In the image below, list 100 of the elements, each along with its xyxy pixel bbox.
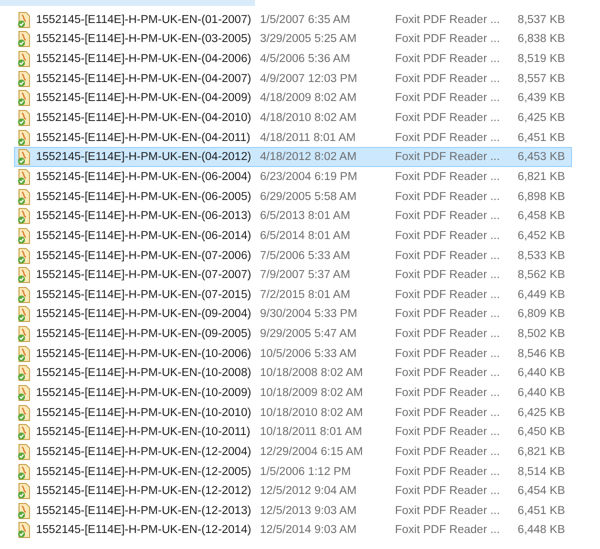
file-row[interactable]: 1552145-[E114E]-H-PM-UK-EN-(12-2014) 12/5/2014 9:03 AM Foxit PDF Reader ... 6,448 KB: [14, 520, 572, 540]
pdf-file-icon: [17, 483, 31, 500]
pdf-file-icon: [17, 12, 31, 28]
file-type: Foxit PDF Reader ...: [395, 151, 501, 164]
file-row[interactable]: 1552145-[E114E]-H-PM-UK-EN-(04-2010) 4/18/2010 8:02 AM Foxit PDF Reader ... 6,425 KB: [14, 108, 572, 128]
file-size: 6,809 KB: [516, 308, 565, 320]
file-row[interactable]: 1552145-[E114E]-H-PM-UK-EN-(06-2014) 6/5/2014 8:01 AM Foxit PDF Reader ... 6,452 KB: [14, 226, 572, 246]
file-row[interactable]: 1552145-[E114E]-H-PM-UK-EN-(09-2004) 9/30/2004 5:33 PM Foxit PDF Reader ... 6,809 KB: [14, 304, 572, 324]
pdf-file-icon: [17, 248, 31, 264]
file-type: Foxit PDF Reader ...: [395, 406, 501, 419]
file-name: 1552145-[E114E]-H-PM-UK-EN-(07-2006): [36, 250, 252, 262]
file-name: 1552145-[E114E]-H-PM-UK-EN-(10-2008): [36, 367, 252, 380]
file-size: 8,557 KB: [516, 72, 565, 85]
file-name: 1552145-[E114E]-H-PM-UK-EN-(12-2004): [36, 446, 252, 458]
file-type: Foxit PDF Reader ...: [395, 367, 501, 380]
date-modified: 9/29/2005 5:47 AM: [260, 328, 358, 340]
pdf-file-icon: [17, 110, 31, 126]
file-type: Foxit PDF Reader ...: [395, 524, 501, 536]
date-modified: 12/5/2013 9:03 AM: [260, 504, 358, 517]
date-modified: 3/29/2005 5:25 AM: [260, 33, 358, 46]
file-row[interactable]: 1552145-[E114E]-H-PM-UK-EN-(10-2008) 10/18/2008 8:02 AM Foxit PDF Reader ... 6,440 KB: [14, 364, 572, 384]
file-type: Foxit PDF Reader ...: [395, 504, 501, 517]
file-size: 6,838 KB: [516, 33, 565, 46]
file-name: 1552145-[E114E]-H-PM-UK-EN-(04-2007): [36, 72, 252, 85]
pdf-file-icon: [17, 444, 31, 460]
file-type: Foxit PDF Reader ...: [395, 485, 501, 498]
file-size: 6,439 KB: [516, 92, 565, 104]
file-size: 6,440 KB: [516, 367, 565, 380]
file-name: 1552145-[E114E]-H-PM-UK-EN-(03-2005): [36, 33, 252, 46]
date-modified: 10/18/2011 8:01 AM: [260, 426, 364, 438]
file-row[interactable]: 1552145-[E114E]-H-PM-UK-EN-(04-2007) 4/9/2007 12:03 PM Foxit PDF Reader ... 8,557 KB: [14, 68, 572, 89]
date-modified: 10/18/2008 8:02 AM: [260, 367, 364, 380]
file-type: Foxit PDF Reader ...: [395, 92, 501, 104]
file-name: 1552145-[E114E]-H-PM-UK-EN-(12-2013): [36, 504, 252, 517]
date-modified: 7/9/2007 5:37 AM: [260, 269, 352, 282]
file-row[interactable]: 1552145-[E114E]-H-PM-UK-EN-(07-2007) 7/9/2007 5:37 AM Foxit PDF Reader ... 8,562 KB: [14, 265, 572, 285]
file-size: 6,425 KB: [516, 406, 565, 419]
pdf-file-icon: [17, 31, 31, 48]
pdf-file-icon: [17, 464, 31, 480]
file-name: 1552145-[E114E]-H-PM-UK-EN-(09-2005): [36, 328, 252, 340]
date-modified: 12/5/2012 9:04 AM: [260, 485, 358, 498]
file-size: 8,562 KB: [516, 269, 565, 282]
file-type: Foxit PDF Reader ...: [395, 328, 501, 340]
date-modified: 4/18/2010 8:02 AM: [260, 112, 358, 124]
file-row[interactable]: 1552145-[E114E]-H-PM-UK-EN-(06-2004) 6/23/2004 6:19 PM Foxit PDF Reader ... 6,821 KB: [14, 167, 572, 187]
file-row[interactable]: 1552145-[E114E]-H-PM-UK-EN-(10-2011) 10/18/2011 8:01 AM Foxit PDF Reader ... 6,450 KB: [14, 422, 572, 442]
file-size: 8,502 KB: [516, 328, 565, 340]
file-row[interactable]: 1552145-[E114E]-H-PM-UK-EN-(04-2011) 4/18/2011 8:01 AM Foxit PDF Reader ... 6,451 KB: [14, 128, 572, 148]
file-row[interactable]: 1552145-[E114E]-H-PM-UK-EN-(12-2005) 1/5/2006 1:12 PM Foxit PDF Reader ... 8,514 KB: [14, 462, 572, 482]
file-row[interactable]: 1552145-[E114E]-H-PM-UK-EN-(10-2010) 10/18/2010 8:02 AM Foxit PDF Reader ... 6,425 KB: [14, 402, 572, 422]
file-size: 6,425 KB: [516, 112, 565, 124]
file-row[interactable]: 1552145-[E114E]-H-PM-UK-EN-(12-2013) 12/5/2013 9:03 AM Foxit PDF Reader ... 6,451 KB: [14, 501, 572, 521]
date-modified: 10/5/2006 5:33 AM: [260, 348, 358, 360]
file-row[interactable]: 1552145-[E114E]-H-PM-UK-EN-(12-2012) 12/5/2012 9:04 AM Foxit PDF Reader ... 6,454 KB: [14, 481, 572, 502]
file-name: 1552145-[E114E]-H-PM-UK-EN-(06-2013): [36, 210, 252, 222]
pdf-file-icon: [17, 188, 31, 205]
date-modified: 9/30/2004 5:33 PM: [260, 308, 358, 320]
file-size: 6,898 KB: [516, 190, 565, 203]
file-size: 6,458 KB: [516, 210, 565, 222]
file-row[interactable]: 1552145-[E114E]-H-PM-UK-EN-(07-2015) 7/2/2015 8:01 AM Foxit PDF Reader ... 6,449 KB: [14, 284, 572, 305]
file-row[interactable]: 1552145-[E114E]-H-PM-UK-EN-(12-2004) 12/29/2004 6:15 AM Foxit PDF Reader ... 6,821 KB: [14, 442, 572, 462]
file-type: Foxit PDF Reader ...: [395, 348, 501, 360]
file-row[interactable]: 1552145-[E114E]-H-PM-UK-EN-(03-2005) 3/29/2005 5:25 AM Foxit PDF Reader ... 6,838 KB: [14, 30, 572, 50]
pdf-file-icon: [17, 51, 31, 68]
file-type: Foxit PDF Reader ...: [395, 210, 501, 222]
date-modified: 1/5/2007 6:35 AM: [260, 14, 352, 26]
date-modified: 6/23/2004 6:19 PM: [260, 170, 358, 183]
pdf-file-icon: [17, 168, 31, 185]
date-modified: 7/5/2006 5:33 AM: [260, 250, 352, 262]
file-row[interactable]: 1552145-[E114E]-H-PM-UK-EN-(10-2009) 10/18/2009 8:02 AM Foxit PDF Reader ... 6,440 KB: [14, 383, 572, 403]
file-row[interactable]: 1552145-[E114E]-H-PM-UK-EN-(07-2006) 7/5/2006 5:33 AM Foxit PDF Reader ... 8,533 KB: [14, 246, 572, 266]
file-row[interactable]: 1552145-[E114E]-H-PM-UK-EN-(01-2007) 1/5/2007 6:35 AM Foxit PDF Reader ... 8,537 KB: [14, 10, 572, 30]
file-type: Foxit PDF Reader ...: [395, 466, 501, 478]
file-size: 8,546 KB: [516, 348, 565, 360]
file-type: Foxit PDF Reader ...: [395, 308, 501, 320]
file-size: 6,451 KB: [516, 132, 565, 144]
pdf-file-icon: [17, 424, 31, 440]
pdf-file-icon: [17, 149, 31, 166]
pdf-file-icon: [17, 384, 31, 401]
pdf-file-icon: [17, 326, 31, 342]
file-name: 1552145-[E114E]-H-PM-UK-EN-(06-2005): [36, 190, 252, 203]
file-row[interactable]: 1552145-[E114E]-H-PM-UK-EN-(04-2012) 4/18/2012 8:02 AM Foxit PDF Reader ... 6,453 KB: [14, 147, 572, 168]
file-row[interactable]: 1552145-[E114E]-H-PM-UK-EN-(04-2009) 4/18/2009 8:02 AM Foxit PDF Reader ... 6,439 KB: [14, 88, 572, 108]
file-row[interactable]: 1552145-[E114E]-H-PM-UK-EN-(06-2013) 6/5/2013 8:01 AM Foxit PDF Reader ... 6,458 KB: [14, 206, 572, 226]
file-row[interactable]: 1552145-[E114E]-H-PM-UK-EN-(09-2005) 9/29/2005 5:47 AM Foxit PDF Reader ... 8,502 KB: [14, 324, 572, 344]
file-size: 6,821 KB: [516, 446, 565, 458]
file-row[interactable]: 1552145-[E114E]-H-PM-UK-EN-(06-2005) 6/29/2005 5:58 AM Foxit PDF Reader ... 6,898 KB: [14, 186, 572, 206]
file-row[interactable]: 1552145-[E114E]-H-PM-UK-EN-(10-2006) 10/5/2006 5:33 AM Foxit PDF Reader ... 8,546 KB: [14, 344, 572, 364]
date-modified: 6/5/2014 8:01 AM: [260, 230, 352, 242]
date-modified: 6/5/2013 8:01 AM: [260, 210, 352, 222]
file-name: 1552145-[E114E]-H-PM-UK-EN-(12-2012): [36, 485, 252, 498]
file-type: Foxit PDF Reader ...: [395, 288, 501, 301]
pdf-file-icon: [17, 228, 31, 244]
file-type: Foxit PDF Reader ...: [395, 250, 501, 262]
file-row[interactable]: 1552145-[E114E]-H-PM-UK-EN-(04-2006) 4/5/2006 5:36 AM Foxit PDF Reader ... 8,519 KB: [14, 49, 572, 69]
date-modified: 4/18/2012 8:02 AM: [260, 151, 358, 164]
file-name: 1552145-[E114E]-H-PM-UK-EN-(04-2009): [36, 92, 252, 104]
date-modified: 4/9/2007 12:03 PM: [260, 72, 358, 85]
file-size: 6,449 KB: [516, 288, 565, 301]
pdf-file-icon: [17, 130, 31, 146]
